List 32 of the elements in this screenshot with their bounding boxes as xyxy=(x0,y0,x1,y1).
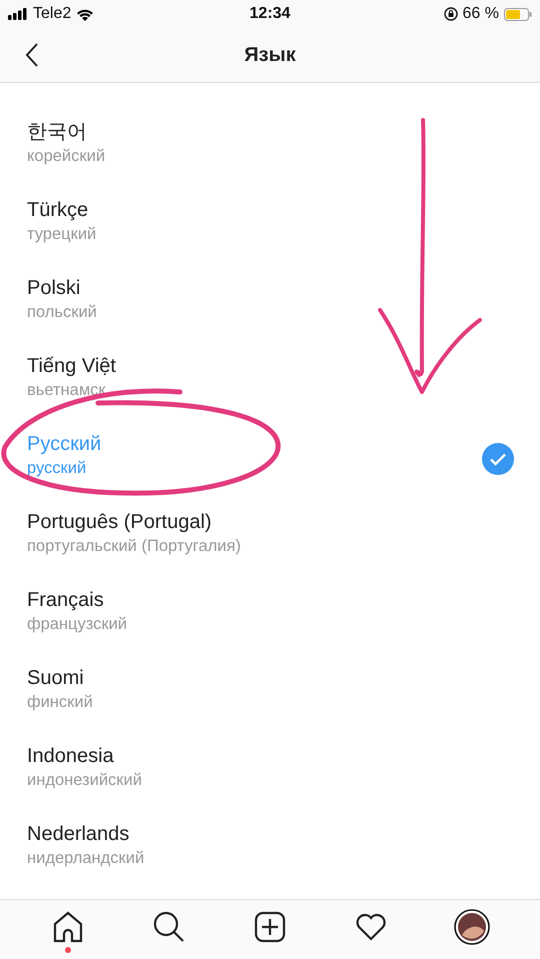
battery-icon xyxy=(504,8,532,20)
language-subtitle: польский xyxy=(27,302,97,323)
language-subtitle: корейский xyxy=(27,146,106,167)
rotation-lock-icon xyxy=(444,7,458,21)
language-name[interactable]: Suomi xyxy=(27,665,93,691)
language-subtitle: индонезийский xyxy=(27,770,142,791)
language-subtitle: турецкий xyxy=(27,224,96,245)
language-name[interactable]: Nederlands xyxy=(27,821,144,847)
clock-time: 12:34 xyxy=(250,5,290,23)
language-name[interactable]: Tiếng Việt xyxy=(27,353,116,379)
search-icon xyxy=(153,910,186,942)
profile-avatar xyxy=(454,908,490,944)
language-name[interactable]: Indonesia xyxy=(27,743,142,769)
signal-icon xyxy=(8,8,28,20)
language-subtitle: португальский (Португалия) xyxy=(27,536,241,557)
language-name[interactable]: Français xyxy=(27,587,128,613)
home-icon xyxy=(52,910,84,942)
language-subtitle: нидерландский xyxy=(27,848,144,869)
wifi-icon xyxy=(76,8,94,20)
battery-percent: 66 % xyxy=(462,5,499,23)
language-subtitle: французский xyxy=(27,614,128,635)
language-name[interactable]: 한국어 xyxy=(27,119,106,145)
language-subtitle: финский xyxy=(27,692,93,713)
language-name[interactable]: Polski xyxy=(27,275,97,301)
heart-icon xyxy=(354,912,387,942)
language-subtitle: русский xyxy=(27,458,88,479)
language-name[interactable]: Türkçe xyxy=(27,197,96,223)
language-subtitle: вьетнамск xyxy=(27,380,107,401)
language-name[interactable]: Português (Portugal) xyxy=(27,509,241,535)
add-icon xyxy=(254,910,286,942)
screen-title: Язык xyxy=(244,44,296,66)
carrier-name: Tele2 xyxy=(33,5,72,23)
